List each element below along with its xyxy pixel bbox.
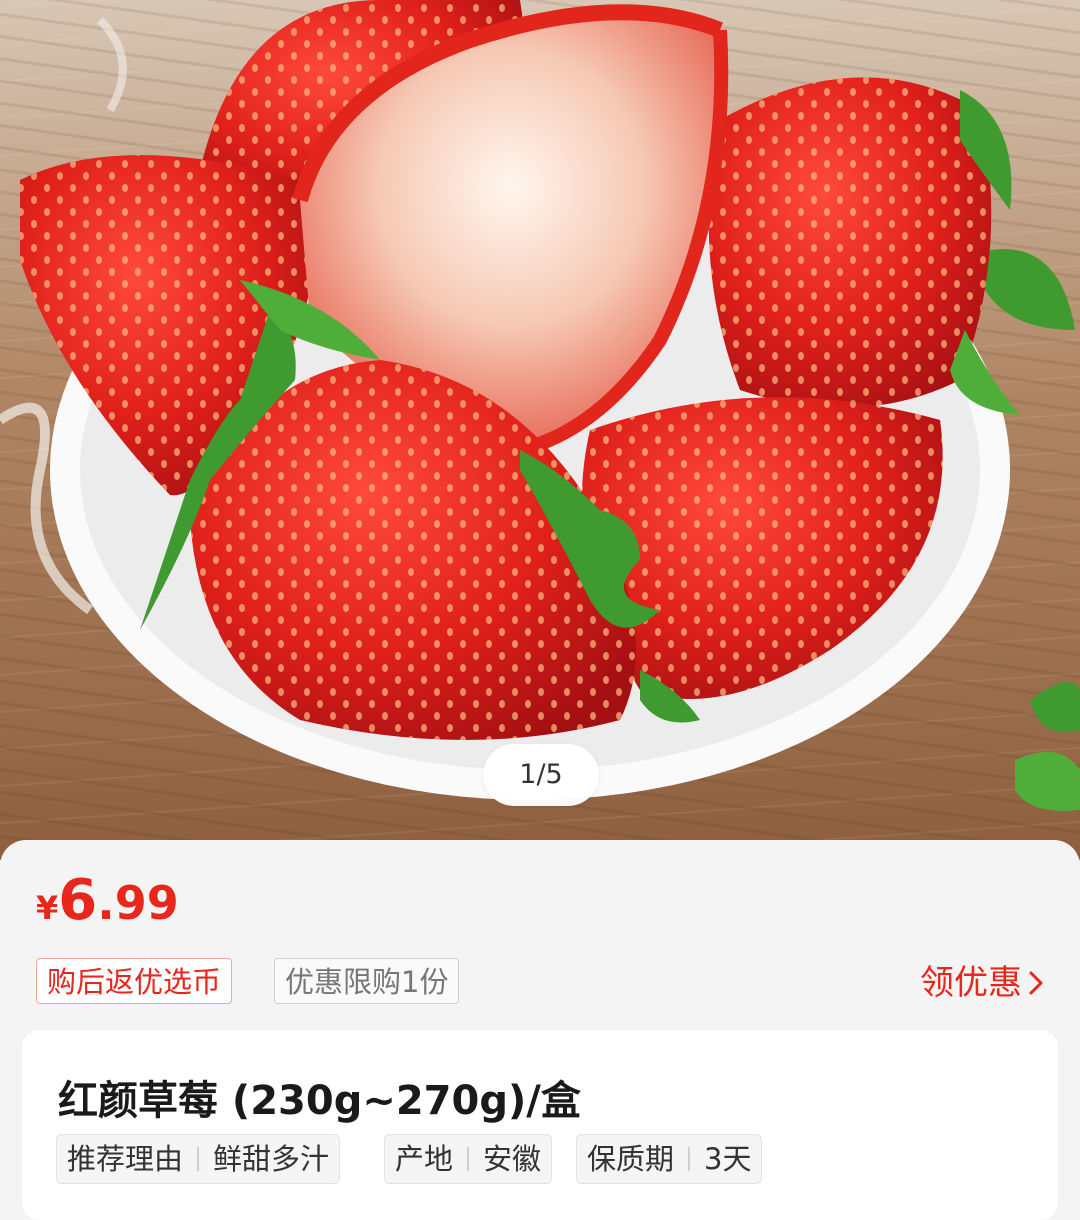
- price-integer: 6: [58, 868, 98, 933]
- image-counter: 1/5: [483, 744, 599, 806]
- strawberry-photo: [0, 0, 1080, 811]
- get-coupon-link[interactable]: 领优惠: [920, 960, 1044, 1006]
- attribute-value: 安徽: [483, 1142, 542, 1176]
- cashback-tag: 购后返优选币: [36, 958, 233, 1004]
- chevron-right-icon: [1029, 971, 1043, 995]
- attribute-label: 保质期: [587, 1142, 675, 1176]
- currency-symbol: ¥: [36, 889, 59, 927]
- attribute-divider: [197, 1147, 200, 1171]
- attribute-origin: 产地 安徽: [384, 1134, 553, 1184]
- purchase-limit-tag: 优惠限购1份: [274, 958, 460, 1004]
- product-price: ¥6.99: [36, 868, 179, 933]
- get-coupon-label: 领优惠: [920, 963, 1022, 1003]
- attribute-label: 产地: [395, 1142, 454, 1176]
- attribute-label: 推荐理由: [67, 1142, 184, 1176]
- attribute-recommend-reason: 推荐理由 鲜甜多汁: [56, 1134, 341, 1184]
- attribute-shelf-life: 保质期 3天: [576, 1134, 763, 1184]
- product-title: 红颜草莓 (230g~270g)/盒: [58, 1078, 581, 1124]
- attribute-value: 鲜甜多汁: [213, 1142, 330, 1176]
- attribute-value: 3天: [704, 1142, 752, 1176]
- product-image-carousel[interactable]: 1/5: [0, 0, 1080, 860]
- attribute-divider: [688, 1147, 691, 1171]
- attribute-divider: [467, 1147, 470, 1171]
- price-decimal: .99: [97, 876, 179, 930]
